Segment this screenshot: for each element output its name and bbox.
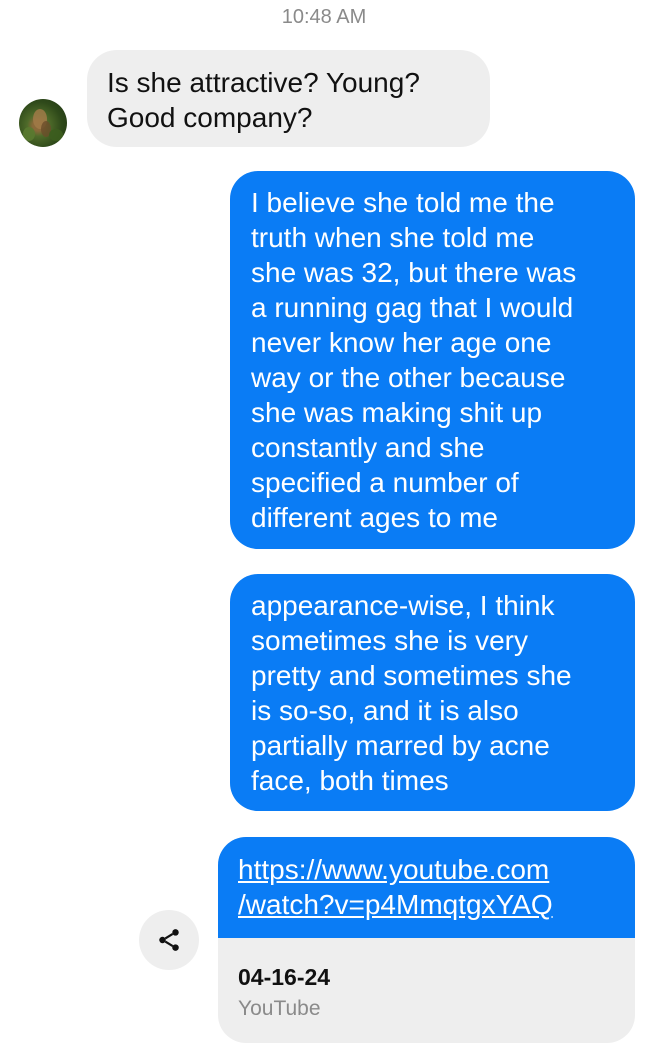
message-timestamp: 10:48 AM xyxy=(281,6,367,28)
outgoing-message-bubble[interactable]: appearance-wise, I think sometimes she i… xyxy=(230,574,635,811)
link-message-card[interactable]: https://www.youtube.com /watch?v=p4Mmqtg… xyxy=(218,837,635,1043)
link-url-section: https://www.youtube.com /watch?v=p4Mmqtg… xyxy=(218,837,635,938)
youtube-link[interactable]: https://www.youtube.com /watch?v=p4Mmqtg… xyxy=(238,852,615,922)
share-button[interactable] xyxy=(139,910,199,970)
link-preview-title: 04-16-24 xyxy=(238,964,331,990)
incoming-message-bubble[interactable]: Is she attractive? Young? Good company? xyxy=(87,50,490,147)
share-icon xyxy=(159,929,179,951)
contact-avatar[interactable] xyxy=(19,99,67,147)
link-preview[interactable]: 04-16-24 YouTube xyxy=(218,938,635,1024)
outgoing-message-bubble[interactable]: I believe she told me the truth when she… xyxy=(230,171,635,549)
link-preview-source: YouTube xyxy=(238,997,321,1020)
